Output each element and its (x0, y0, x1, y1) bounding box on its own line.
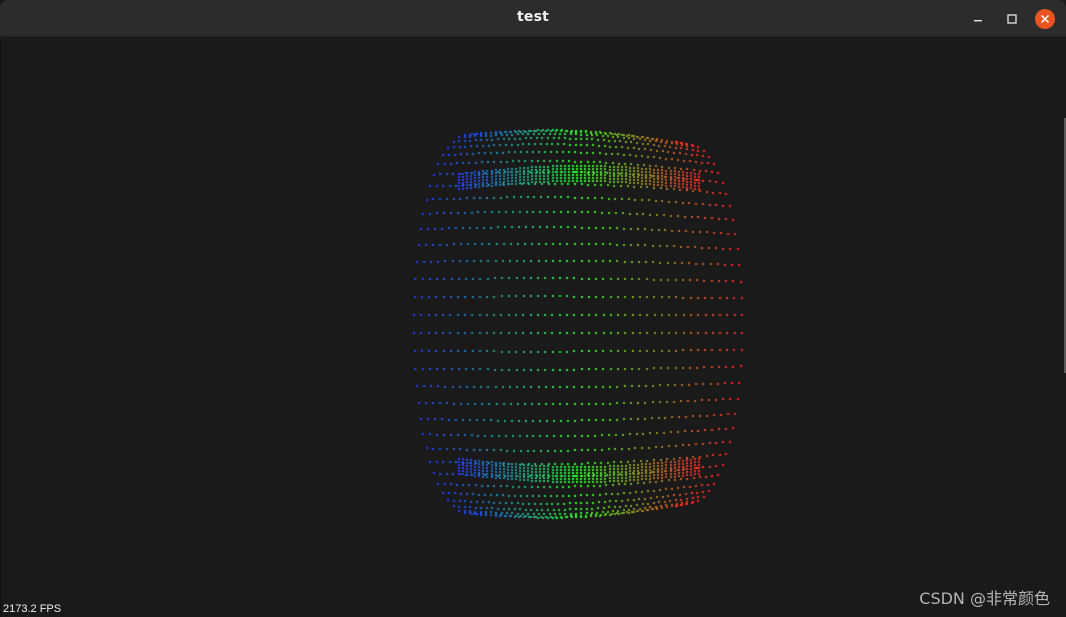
maximize-button[interactable] (1002, 9, 1022, 29)
title-bar[interactable]: test (0, 0, 1066, 37)
app-window: test 2173.2 FPS CSDN @非常颜色 (0, 0, 1066, 617)
fps-counter: 2173.2 FPS (3, 603, 62, 615)
point-cloud (1, 38, 1066, 617)
minimize-icon (974, 20, 982, 22)
minimize-button[interactable] (968, 9, 988, 29)
window-title: test (516, 9, 549, 25)
watermark: CSDN @非常颜色 (919, 589, 1050, 608)
close-icon (1040, 14, 1050, 24)
maximize-icon (1007, 14, 1017, 24)
close-button[interactable] (1035, 9, 1055, 29)
3d-viewport[interactable]: 2173.2 FPS CSDN @非常颜色 (0, 38, 1066, 617)
